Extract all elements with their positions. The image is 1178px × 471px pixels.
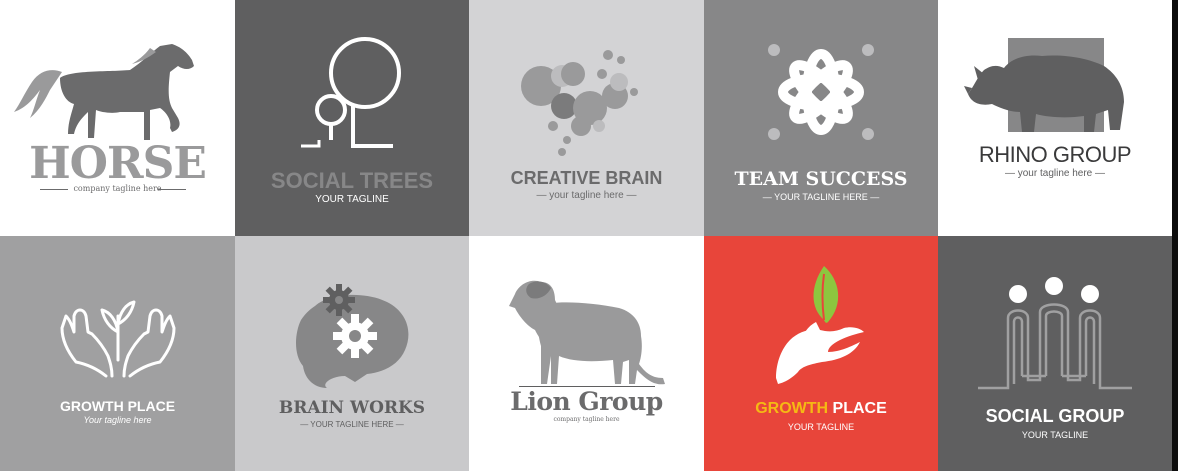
brand-tagline: company tagline here xyxy=(73,184,162,193)
brand-tagline: YOUR TAGLINE xyxy=(315,194,389,205)
logo-grid: HORSE company tagline here SOCIAL TREES … xyxy=(0,0,1172,471)
brand-tagline: YOUR TAGLINE xyxy=(787,422,855,432)
brand-tagline: — YOUR TAGLINE HERE — xyxy=(762,192,880,202)
brand-tagline: YOUR TAGLINE xyxy=(1021,430,1089,440)
brand-tagline: — YOUR TAGLINE HERE — xyxy=(300,420,404,429)
horse-icon xyxy=(14,44,194,140)
window-edge xyxy=(1172,0,1178,471)
logo-tile-horse: HORSE company tagline here xyxy=(0,0,235,236)
brand-name: GROWTH PLACE xyxy=(59,398,176,414)
hand-leaf-icon xyxy=(776,266,864,384)
lion-icon xyxy=(509,280,665,385)
logo-tile-creative-brain: CREATIVE BRAIN — your tagline here — xyxy=(469,0,704,236)
brand-name: Lion Group xyxy=(510,387,663,416)
brand-name: BRAIN WORKS xyxy=(278,398,426,418)
brand-tagline: — your tagline here — xyxy=(1004,168,1106,179)
brand-name: SOCIAL GROUP xyxy=(985,406,1125,426)
logo-tile-brain-works: BRAIN WORKS — YOUR TAGLINE HERE — xyxy=(235,236,469,471)
rhino-icon xyxy=(964,38,1124,132)
brand-name: TEAM SUCCESS xyxy=(734,168,908,190)
logo-tile-rhino-group: RHINO GROUP — your tagline here — xyxy=(938,0,1172,236)
brain-gears-icon xyxy=(296,284,409,388)
brand-name-part2: PLACE xyxy=(832,400,887,417)
brand-name: SOCIAL TREES xyxy=(270,168,434,193)
brand-name: RHINO GROUP xyxy=(978,142,1132,167)
brand-name-part1: GROWTH xyxy=(755,400,829,417)
brand-name: CREATIVE BRAIN xyxy=(510,168,663,188)
logo-tile-social-trees: SOCIAL TREES YOUR TAGLINE xyxy=(235,0,469,236)
brand-name: GROWTH PLACE xyxy=(704,400,938,418)
brand-tagline: Your tagline here xyxy=(83,415,152,425)
brand-name: HORSE xyxy=(29,138,207,189)
brand-tagline: — your tagline here — xyxy=(536,190,637,201)
brand-tagline: company tagline here xyxy=(553,416,620,423)
logo-tile-social-group: SOCIAL GROUP YOUR TAGLINE xyxy=(938,236,1172,471)
hands-sprout-icon xyxy=(60,300,176,378)
logo-tile-team-success: TEAM SUCCESS — YOUR TAGLINE HERE — xyxy=(704,0,938,236)
logo-tile-growth-place-red: GROWTH PLACE YOUR TAGLINE xyxy=(704,236,938,471)
logo-tile-lion-group: Lion Group company tagline here xyxy=(469,236,704,471)
logo-tile-growth-place: GROWTH PLACE Your tagline here xyxy=(0,236,235,471)
